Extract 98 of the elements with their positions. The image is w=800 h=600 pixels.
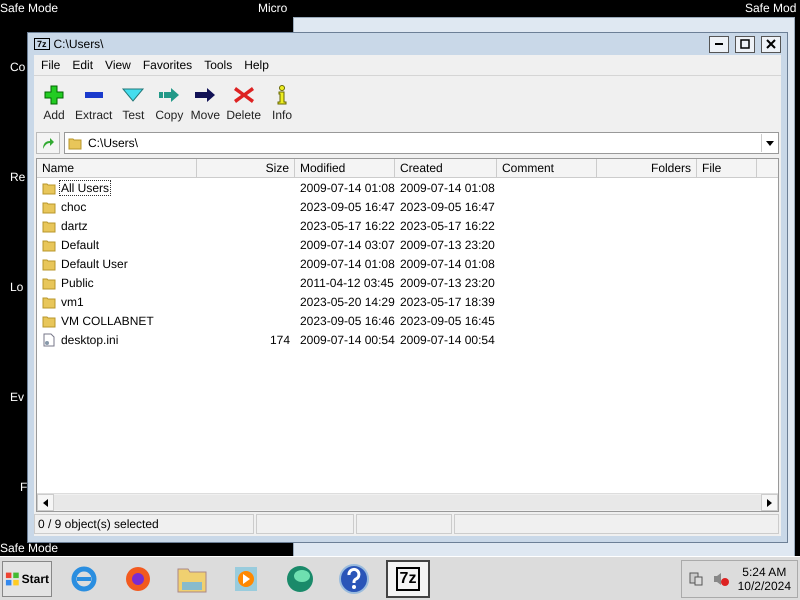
table-cell-text: 2009-07-14 01:08 — [399, 180, 496, 194]
column-header[interactable]: Name — [37, 159, 197, 177]
caret-icon — [766, 140, 774, 146]
folder-icon — [42, 200, 56, 214]
status-text: 0 / 9 object(s) selected — [34, 514, 254, 534]
scroll-left-button[interactable] — [37, 494, 54, 511]
table-cell-text: 2023-09-05 16:47 — [399, 200, 496, 214]
app-logo: 7z — [34, 38, 50, 50]
toolbar-button[interactable]: Info — [264, 84, 300, 122]
table-cell-text: 2023-09-05 16:45 — [399, 314, 496, 328]
table-cell-text: 2023-05-17 16:22 — [399, 218, 496, 232]
desktop-label: Safe Mode — [0, 541, 58, 555]
table-cell-text: 2011-04-12 03:45 — [299, 276, 395, 290]
minimize-icon — [715, 43, 723, 45]
table-cell-text: 2023-05-17 18:39 — [399, 294, 496, 308]
table-cell-text: 2009-07-13 23:20 — [399, 238, 496, 252]
minimize-button[interactable] — [709, 36, 729, 52]
folder-icon — [68, 136, 82, 150]
folder-icon — [42, 218, 56, 232]
desktop-icon-label[interactable]: Ev — [10, 390, 24, 404]
file-name[interactable]: dartz — [60, 218, 89, 232]
file-name[interactable]: choc — [60, 200, 88, 214]
desktop-label: Safe Mod — [745, 1, 796, 15]
menu-item[interactable]: View — [100, 58, 136, 72]
plus-icon — [42, 84, 66, 106]
close-button[interactable] — [761, 36, 781, 52]
toolbar-button[interactable]: Extract — [72, 84, 116, 122]
toolbar-button[interactable]: Move — [187, 84, 224, 122]
right-arrow-icon — [767, 498, 772, 506]
table-cell-text: 2009-07-14 00:54 — [399, 332, 496, 346]
table-cell-text: 2023-05-17 16:22 — [299, 218, 395, 232]
table-cell-text: 2023-09-05 16:47 — [299, 200, 395, 214]
taskbar-button[interactable]: 7z — [386, 560, 430, 598]
toolbar-button[interactable]: Test — [115, 84, 152, 122]
file-name[interactable]: Public — [60, 276, 95, 290]
table-cell-text: 2009-07-14 01:08 — [299, 256, 395, 270]
file-icon — [42, 332, 56, 346]
table-cell-text: 174 — [268, 332, 291, 346]
desktop-label: Safe Mode — [0, 1, 58, 15]
help-icon — [338, 562, 370, 595]
column-header[interactable]: Comment — [497, 159, 597, 177]
minus-icon — [84, 92, 103, 98]
folder-icon — [42, 276, 56, 290]
maximize-icon — [740, 39, 750, 49]
toolbar-button[interactable]: Copy — [151, 84, 188, 122]
app-logo: 7z — [396, 566, 420, 591]
folder-icon — [42, 238, 56, 252]
column-header[interactable]: Size — [197, 159, 295, 177]
menu-item[interactable]: Edit — [67, 58, 98, 72]
file-name[interactable]: All Users — [60, 180, 110, 194]
file-name[interactable]: Default — [60, 238, 100, 252]
arrow-icon — [40, 135, 56, 151]
table-cell-text: 2009-07-14 01:08 — [399, 256, 496, 270]
file-name[interactable]: vm1 — [60, 294, 85, 308]
left-arrow-icon — [43, 498, 48, 506]
desktop-label: Micro — [258, 1, 288, 15]
browser-icon — [69, 564, 99, 594]
table-cell-text: 2009-07-14 00:54 — [299, 332, 395, 346]
start-button[interactable]: Start — [2, 560, 52, 597]
maximize-button[interactable] — [735, 36, 755, 52]
column-header[interactable]: Modified — [295, 159, 395, 177]
network-icon[interactable] — [688, 570, 704, 587]
table-cell-text: 2023-05-20 14:29 — [299, 294, 395, 308]
menu-item[interactable]: Help — [239, 58, 274, 72]
muted-speaker-icon[interactable] — [712, 570, 730, 587]
folder-icon — [42, 314, 56, 328]
file-name[interactable]: desktop.ini — [60, 332, 120, 346]
menu-item[interactable]: File — [36, 58, 66, 72]
table-cell-text: 2009-07-13 23:20 — [399, 276, 496, 290]
up-button[interactable] — [36, 132, 60, 154]
file-name[interactable]: VM COLLABNET — [60, 314, 155, 328]
desktop-icon-label[interactable]: F — [20, 480, 28, 494]
folder-icon — [42, 180, 56, 194]
globe-icon — [284, 564, 316, 594]
desktop-icon-label[interactable]: Co — [10, 60, 26, 74]
clock-date: 10/2/2024 — [738, 578, 791, 593]
window-title: C:\Users\ — [54, 37, 105, 51]
table-cell-text: 2009-07-14 01:08 — [299, 180, 395, 194]
windows-logo-icon — [5, 570, 20, 587]
toolbar-button[interactable]: Add — [36, 84, 72, 122]
close-icon — [766, 39, 776, 49]
table-cell-text: 2023-09-05 16:46 — [299, 314, 395, 328]
desktop-icon-label[interactable]: Re — [10, 170, 26, 184]
menu-item[interactable]: Favorites — [138, 58, 198, 72]
folder-icon — [42, 294, 56, 308]
table-cell-text: 2009-07-14 03:07 — [299, 238, 395, 252]
column-header[interactable]: Folders — [597, 159, 697, 177]
menu-item[interactable]: Tools — [199, 58, 238, 72]
column-header[interactable]: File — [697, 159, 757, 177]
column-header[interactable]: Created — [395, 159, 497, 177]
clock-time: 5:24 AM — [742, 564, 786, 579]
scroll-right-button[interactable] — [761, 494, 778, 511]
close-icon — [232, 84, 256, 106]
toolbar-button[interactable]: Delete — [223, 84, 264, 122]
folder-icon — [42, 256, 56, 270]
address-field[interactable]: C:\Users\ — [64, 132, 779, 154]
desktop-icon-label[interactable]: Lo — [10, 280, 24, 294]
file-name[interactable]: Default User — [60, 256, 129, 270]
